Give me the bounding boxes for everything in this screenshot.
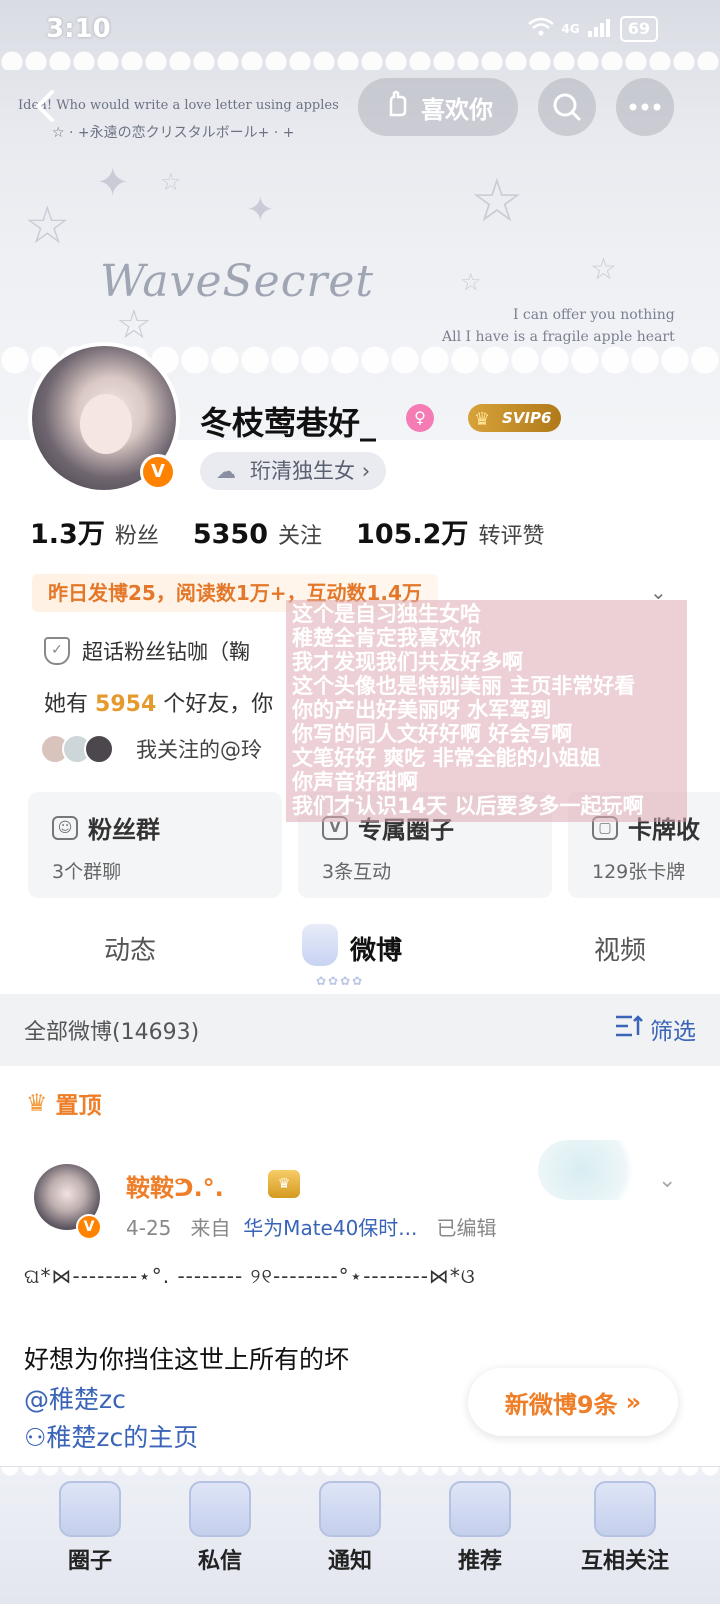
chevron-right-icon: › [361, 459, 371, 483]
post-text: 好想为你挡住这世上所有的坏 [24, 1345, 350, 1374]
female-gender-icon: ♀ [406, 404, 434, 432]
banner-logo-text: WaveSecret [100, 256, 375, 307]
cupcake-icon [302, 924, 338, 966]
profile-stats: 1.3万 粉丝 5350 关注 105.2万 转评赞 [30, 512, 578, 551]
tab-weibo[interactable]: 微博 [350, 930, 402, 967]
search-button[interactable] [538, 78, 596, 136]
group-icon: ☺ [52, 815, 78, 840]
vip-badge[interactable]: ♛ SVIP6 [468, 404, 562, 432]
tab-dynamic[interactable]: 动态 [104, 930, 156, 967]
post-decoration-line: ଘ*⋈--------⋆°. -------- ୨୧--------°⋆----… [24, 1264, 476, 1288]
comment-overlay: 这个是自习独生女哈 稚楚全肯定我喜欢你 我才发现我们共友好多啊 这个头像也是特别… [286, 600, 687, 822]
cupcake-icon [449, 1481, 511, 1537]
friends-line[interactable]: 她有 5954 个好友，你 [44, 686, 273, 718]
nav-notifications[interactable]: 通知 [290, 1481, 410, 1575]
filter-button[interactable]: 筛选 [614, 1012, 696, 1046]
person-icon: ⚇ [24, 1423, 47, 1452]
network-label: 4G [561, 22, 580, 36]
star-icon: ☆ [590, 252, 617, 287]
post-author-name[interactable]: 鞍鞍ᕤ.°. [126, 1168, 224, 1203]
search-icon [553, 93, 581, 121]
star-icon: ☆ [470, 166, 524, 236]
more-button[interactable] [616, 78, 674, 136]
nav-circles[interactable]: 圈子 [30, 1481, 150, 1575]
star-icon: ☆ [24, 196, 71, 256]
post-source[interactable]: 华为Mate40保时... [243, 1216, 417, 1240]
nav-messages[interactable]: 私信 [160, 1481, 280, 1575]
banner-caption-2: ☆ · +永遠の恋クリスタルボール+ · + [52, 125, 295, 141]
mutual-follow-row[interactable]: 我关注的@玲 [40, 734, 262, 764]
new-posts-button[interactable]: 新微博9条 » [468, 1368, 678, 1436]
teapot-icon [319, 1481, 381, 1537]
post-mention[interactable]: @稚楚zc [24, 1380, 126, 1416]
banner-caption-1: Idea! Who would write a love letter usin… [18, 98, 339, 113]
sticker-image [538, 1140, 648, 1200]
all-weibo-count: 全部微博(14693) [24, 1020, 200, 1045]
gift-box-icon [59, 1481, 121, 1537]
like-you-label: 喜欢你 [421, 95, 493, 124]
crown-icon: ♛ [26, 1089, 48, 1117]
fan-tag[interactable]: ☁ 珩清独生女 › [200, 452, 387, 490]
followers-stat[interactable]: 1.3万 粉丝 [30, 512, 159, 551]
cloud-icon: ☁ [216, 459, 236, 483]
envelope-icon [189, 1481, 251, 1537]
following-stat[interactable]: 5350 关注 [193, 518, 322, 550]
nav-mutual-follow[interactable]: 互相关注 [550, 1481, 700, 1575]
profile-nickname: 冬枝莺巷好_ [200, 404, 377, 442]
tab-video[interactable]: 视频 [594, 930, 646, 967]
verified-badge-icon: V [76, 1214, 102, 1240]
back-button[interactable] [26, 86, 66, 126]
interactions-stat[interactable]: 105.2万 转评赞 [356, 512, 544, 551]
filter-bar: 全部微博(14693) 筛选 [0, 994, 720, 1066]
pinned-label: ♛ 置顶 [26, 1089, 102, 1119]
member-badge-icon: ♛ [268, 1170, 300, 1198]
tab-active-indicator: ✿✿✿✿ [316, 974, 365, 988]
bottom-nav: 圈子 私信 通知 推荐 互相关注 [0, 1466, 720, 1604]
sparkle-icon: ✦ [246, 190, 275, 230]
verified-badge-icon: V [140, 454, 176, 490]
star-icon: ☆ [160, 168, 182, 196]
mini-avatar [84, 734, 114, 764]
status-icons: 4G 69 [527, 16, 658, 42]
signal-icon [587, 17, 612, 42]
avatar-face [80, 394, 132, 454]
filter-icon [614, 1013, 644, 1045]
more-icon [629, 103, 661, 111]
double-chevron-down-icon: » [625, 1388, 642, 1416]
wifi-icon [527, 17, 554, 42]
chevron-down-icon[interactable]: ⌄ [658, 1168, 676, 1193]
sparkle-icon: ✦ [96, 160, 130, 206]
cake-icon [594, 1481, 656, 1537]
hand-icon [383, 89, 413, 125]
post-meta: 4-25 来自 华为Mate40保时... 已编辑 [126, 1216, 497, 1240]
back-arrow-icon [36, 90, 54, 122]
like-you-button[interactable]: 喜欢你 [358, 78, 518, 136]
supertopic-row[interactable]: ✓ 超话粉丝钻咖（鞠 [44, 636, 250, 666]
battery-icon: 69 [619, 16, 658, 42]
status-time: 3:10 [46, 14, 111, 44]
star-icon: ☆ [460, 268, 482, 296]
shield-icon: ✓ [44, 637, 70, 665]
crown-icon: ♛ [474, 409, 491, 430]
post-homepage-link[interactable]: ⚇稚楚zc的主页 [24, 1418, 198, 1454]
fan-group-card[interactable]: ☺ 粉丝群 3个群聊 [28, 792, 282, 898]
nav-recommend[interactable]: 推荐 [420, 1481, 540, 1575]
